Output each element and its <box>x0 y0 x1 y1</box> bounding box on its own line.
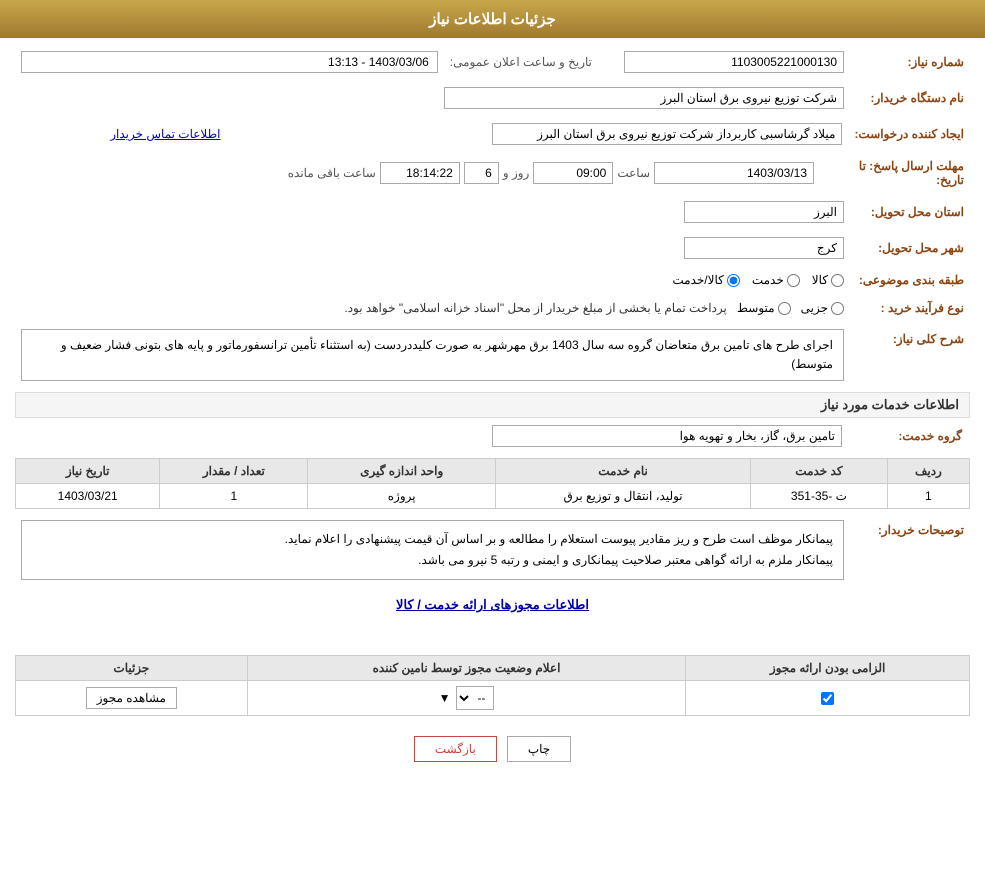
deadline-time2-input[interactable] <box>380 162 460 184</box>
process-note: پرداخت تمام یا بخشی از مبلغ خریدار از مح… <box>344 301 727 315</box>
process-jozee[interactable]: جزیی <box>801 301 844 315</box>
col-date: تاریخ نیاز <box>16 459 160 484</box>
deadline-days-input[interactable] <box>464 162 499 184</box>
service-group-input[interactable] <box>492 425 842 447</box>
col-row-num: ردیف <box>887 459 969 484</box>
permit-col-status: اعلام وضعیت مجوز توسط نامین کننده <box>247 656 686 681</box>
remaining-label: ساعت باقی مانده <box>288 166 376 180</box>
process-motavasset[interactable]: متوسط <box>737 301 791 315</box>
permit-table: الزامی بودن ارائه مجوز اعلام وضعیت مجوز … <box>15 655 970 716</box>
cell-service-name: تولید، انتقال و توزیع برق <box>496 484 751 509</box>
view-permit-button[interactable]: مشاهده مجوز <box>86 687 177 709</box>
requester-label: ایجاد کننده درخواست: <box>848 120 970 148</box>
col-quantity: تعداد / مقدار <box>160 459 308 484</box>
announce-date-value: 1403/03/06 - 13:13 <box>21 51 438 73</box>
permit-row: -- ▼ مشاهده مجوز <box>16 681 970 716</box>
buyer-notes-box: پیمانکار موظف است طرح و ریز مقادیر پیوست… <box>21 520 844 580</box>
category-khedmat[interactable]: خدمت <box>752 273 800 287</box>
col-unit: واحد اندازه گیری <box>308 459 496 484</box>
back-button[interactable]: بازگشت <box>414 736 497 762</box>
cell-row-num: 1 <box>887 484 969 509</box>
permit-col-required: الزامی بودن ارائه مجوز <box>686 656 970 681</box>
service-group-label: گروه خدمت: <box>850 422 970 450</box>
province-input[interactable] <box>684 201 844 223</box>
category-label: طبقه بندی موضوعی: <box>850 270 970 290</box>
buyer-notes-label: توصیحات خریدار: <box>850 517 970 583</box>
process-type-label: نوع فرآیند خرید : <box>850 298 970 318</box>
permit-details-cell: مشاهده مجوز <box>16 681 248 716</box>
city-input[interactable] <box>684 237 844 259</box>
province-label: استان محل تحویل: <box>850 198 970 226</box>
footer-buttons: چاپ بازگشت <box>15 736 970 762</box>
announce-date-label: تاریخ و ساعت اعلان عمومی: <box>444 48 598 76</box>
service-info-title: اطلاعات خدمات مورد نیاز <box>15 392 970 418</box>
deadline-time-input[interactable] <box>533 162 613 184</box>
col-service-name: نام خدمت <box>496 459 751 484</box>
need-number-label: شماره نیاز: <box>850 48 970 76</box>
page-header: جزئیات اطلاعات نیاز <box>0 0 985 38</box>
cell-date: 1403/03/21 <box>16 484 160 509</box>
permit-status-select[interactable]: -- <box>456 686 494 710</box>
deadline-label: مهلت ارسال پاسخ: تاتاریخ: <box>820 156 970 190</box>
requester-input[interactable] <box>492 123 842 145</box>
deadline-date-input[interactable] <box>654 162 814 184</box>
page-title: جزئیات اطلاعات نیاز <box>429 11 556 28</box>
city-label: شهر محل تحویل: <box>850 234 970 262</box>
permit-status-cell: -- ▼ <box>247 681 686 716</box>
permit-col-details: جزئیات <box>16 656 248 681</box>
permit-required-cell <box>686 681 970 716</box>
services-table: ردیف کد خدمت نام خدمت واحد اندازه گیری ت… <box>15 458 970 509</box>
permit-required-checkbox[interactable] <box>821 692 834 705</box>
cell-service-code: ت -35-351 <box>751 484 888 509</box>
day-label: روز و <box>503 166 530 180</box>
time-label: ساعت <box>617 166 650 180</box>
buyer-name-label: نام دستگاه خریدار: <box>850 84 970 112</box>
cell-unit: پروژه <box>308 484 496 509</box>
print-button[interactable]: چاپ <box>507 736 571 762</box>
category-kala[interactable]: کالا <box>812 273 844 287</box>
cell-quantity: 1 <box>160 484 308 509</box>
table-row: 1 ت -35-351 تولید، انتقال و توزیع برق پر… <box>16 484 970 509</box>
col-service-code: کد خدمت <box>751 459 888 484</box>
need-number-input[interactable] <box>624 51 844 73</box>
buyer-name-input[interactable] <box>444 87 844 109</box>
need-description-box: اجرای طرح های تامین برق متعاضان گروه سه … <box>21 329 844 381</box>
contact-link[interactable]: اطلاعات تماس خریدار <box>110 127 220 141</box>
permit-info-title[interactable]: اطلاعات مجوزهای ارائه خدمت / کالا <box>15 591 970 619</box>
category-kala-khedmat[interactable]: کالا/خدمت <box>672 273 739 287</box>
need-desc-label: شرح کلی نیاز: <box>850 326 970 384</box>
